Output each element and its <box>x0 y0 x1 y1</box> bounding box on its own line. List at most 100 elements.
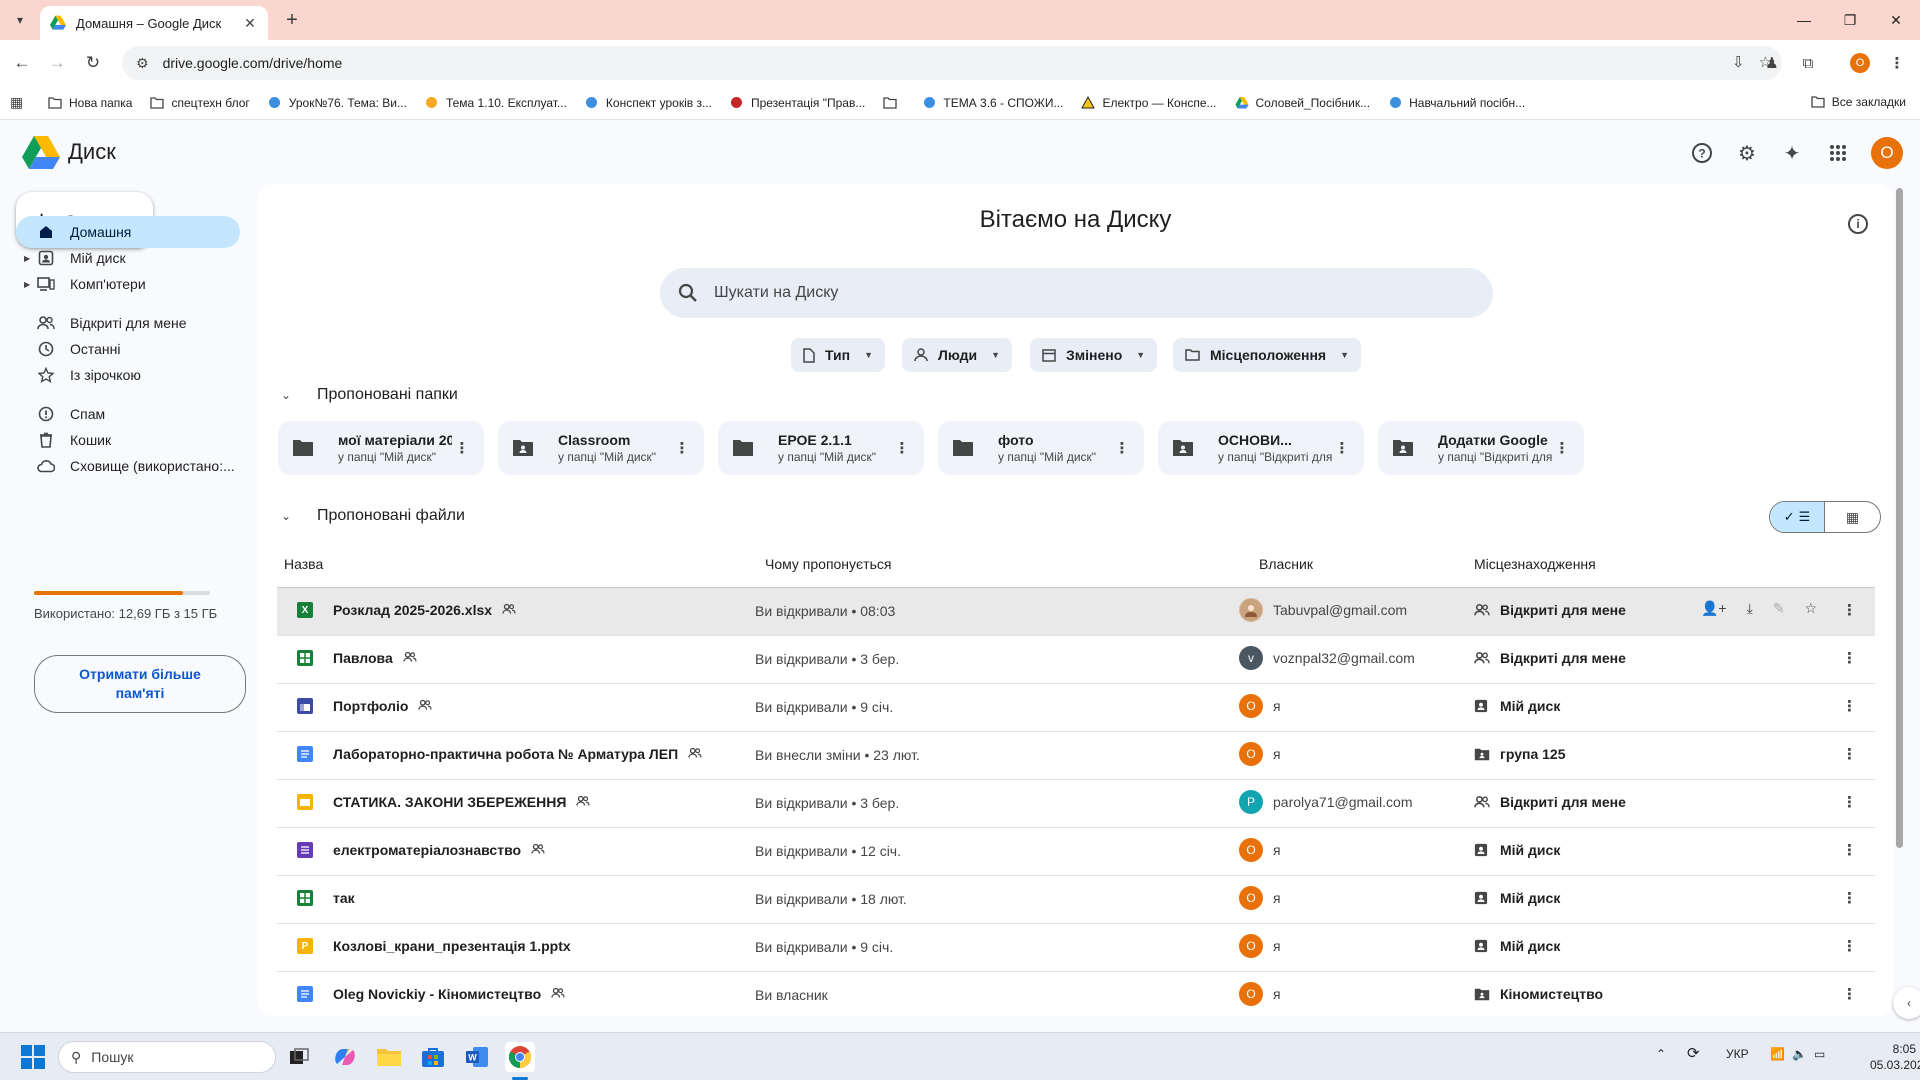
language-indicator[interactable]: УКР <box>1726 1047 1749 1061</box>
folder-card[interactable]: мої матеріали 2025 у папці "Мій диск" ⋮ <box>278 421 484 475</box>
reload-icon[interactable]: ↻ <box>81 51 105 75</box>
forward-arrow-icon[interactable]: → <box>45 51 69 75</box>
side-panel-toggle-icon[interactable]: ‹ <box>1893 987 1920 1019</box>
file-row[interactable]: електроматеріалознавство Ви відкривали •… <box>277 828 1875 876</box>
close-tab-icon[interactable]: ✕ <box>242 15 258 32</box>
bookmark-item[interactable]: спецтехн блог <box>150 96 250 110</box>
volume-icon[interactable]: 🔈 <box>1792 1047 1807 1061</box>
bookmark-item[interactable]: Конспект уроків з... <box>585 96 712 110</box>
location-cell[interactable]: група 125 <box>1474 746 1565 762</box>
bookmark-item[interactable]: Соловей_Посібник... <box>1234 96 1370 110</box>
apps-grid-icon[interactable]: ▦ <box>10 94 26 111</box>
word-icon[interactable]: W <box>462 1042 492 1072</box>
location-cell[interactable]: Мій диск <box>1474 842 1560 858</box>
bookmark-item[interactable]: Урок№76. Тема: Ви... <box>268 96 407 110</box>
sync-icon[interactable]: ⟳ <box>1687 1044 1700 1062</box>
more-actions-icon[interactable]: ⋮ <box>1332 441 1352 456</box>
help-icon[interactable]: ? <box>1689 140 1715 166</box>
task-view-icon[interactable] <box>284 1042 314 1072</box>
share-person-add-icon[interactable]: 👤+ <box>1701 600 1727 617</box>
bookmark-item[interactable]: Електро — Конспе... <box>1081 96 1217 110</box>
bookmark-item[interactable] <box>883 96 904 110</box>
sidebar-item-computer[interactable]: ▶ Комп'ютери <box>16 268 240 300</box>
all-bookmarks[interactable]: Все закладки <box>1811 95 1906 109</box>
rename-pencil-icon[interactable]: ✎ <box>1773 600 1785 617</box>
location-cell[interactable]: Мій диск <box>1474 890 1560 906</box>
more-actions-icon[interactable]: ⋮ <box>1842 889 1857 907</box>
minimize-window-icon[interactable]: — <box>1781 8 1827 32</box>
google-apps-icon[interactable] <box>1825 140 1851 166</box>
location-cell[interactable]: Відкриті для мене <box>1474 794 1626 810</box>
browser-menu-icon[interactable]: ⋮ <box>1886 52 1908 74</box>
filter-people-chip[interactable]: Люди ▼ <box>902 338 1013 372</box>
add-star-icon[interactable]: ☆ <box>1805 600 1818 617</box>
file-row[interactable]: Oleg Novickiy - Кіномистецтво Ви власник… <box>277 972 1875 1016</box>
column-header-name[interactable]: Назва <box>284 556 323 572</box>
more-actions-icon[interactable]: ⋮ <box>1842 649 1857 667</box>
back-arrow-icon[interactable]: ← <box>10 51 34 75</box>
install-app-icon[interactable]: ⇩ <box>1732 53 1745 71</box>
puzzle-extensions-icon[interactable]: ⧉ <box>1797 52 1819 74</box>
more-actions-icon[interactable]: ⋮ <box>1842 601 1857 619</box>
location-cell[interactable]: Відкриті для мене <box>1474 602 1626 618</box>
address-bar[interactable]: ⚙ drive.google.com/drive/home ⇩ ☆ <box>122 46 1782 80</box>
more-actions-icon[interactable]: ⋮ <box>1552 441 1572 456</box>
file-row[interactable]: P Козлові_крани_презентація 1.pptx Ви ві… <box>277 924 1875 972</box>
folder-card[interactable]: Classroom у папці "Мій диск" ⋮ <box>498 421 704 475</box>
file-row[interactable]: Лабораторно-практична робота № Арматура … <box>277 732 1875 780</box>
sidebar-item-cloud[interactable]: Сховище (використано:... <box>16 450 240 482</box>
sidebar-item-star[interactable]: Із зірочкою <box>16 359 240 391</box>
file-row[interactable]: Павлова Ви відкривали • 3 бер. v voznpal… <box>277 636 1875 684</box>
grid-view-button[interactable]: ▦ <box>1825 502 1880 532</box>
folder-card[interactable]: ОСНОВИ... у папці "Відкриті для мене" ⋮ <box>1158 421 1364 475</box>
expand-caret-icon[interactable]: ▶ <box>24 254 30 263</box>
suggested-files-header[interactable]: ⌄ Пропоновані файли <box>281 507 465 525</box>
bookmark-item[interactable]: ТЕМА 3.6 - СПОЖИ... <box>922 96 1063 110</box>
filter-type-chip[interactable]: Тип ▼ <box>791 338 886 372</box>
download-icon[interactable]: ⤓ <box>1747 600 1753 617</box>
bookmark-item[interactable]: Нова папка <box>48 96 132 110</box>
filter-location-chip[interactable]: Місцеположення ▼ <box>1173 338 1361 372</box>
file-row[interactable]: СТАТИКА. ЗАКОНИ ЗБЕРЕЖЕННЯ Ви відкривали… <box>277 780 1875 828</box>
get-more-storage-button[interactable]: Отримати більше пам'яті <box>34 655 246 713</box>
wifi-icon[interactable]: 📶 <box>1770 1047 1785 1061</box>
taskbar-search[interactable]: ⚲ Пошук <box>58 1041 276 1073</box>
location-cell[interactable]: Відкриті для мене <box>1474 650 1626 666</box>
scrollbar-thumb[interactable] <box>1896 188 1903 848</box>
more-actions-icon[interactable]: ⋮ <box>1842 841 1857 859</box>
new-tab-button[interactable]: + <box>280 9 304 33</box>
location-cell[interactable]: Мій диск <box>1474 698 1560 714</box>
settings-gear-icon[interactable]: ⚙ <box>1734 140 1760 166</box>
tab-search-chevron-icon[interactable]: ▾ <box>8 8 32 32</box>
restore-window-icon[interactable]: ❐ <box>1827 8 1873 32</box>
bookmark-item[interactable]: Навчальний посібн... <box>1388 96 1525 110</box>
battery-icon[interactable]: ▭ <box>1814 1047 1825 1061</box>
location-cell[interactable]: Мій диск <box>1474 938 1560 954</box>
folder-card[interactable]: Додатки Google у папці "Відкриті для мен… <box>1378 421 1584 475</box>
tray-chevron-up-icon[interactable]: ⌃ <box>1656 1047 1666 1061</box>
copilot-icon[interactable] <box>330 1042 360 1072</box>
folder-card[interactable]: фото у папці "Мій диск" ⋮ <box>938 421 1144 475</box>
close-window-icon[interactable]: ✕ <box>1873 8 1919 32</box>
more-actions-icon[interactable]: ⋮ <box>452 441 472 456</box>
windows-start-icon[interactable] <box>21 1045 45 1069</box>
main-scrollbar[interactable] <box>1894 184 1904 848</box>
more-actions-icon[interactable]: ⋮ <box>1112 441 1132 456</box>
location-cell[interactable]: Кіномистецтво <box>1474 986 1603 1002</box>
chrome-icon[interactable] <box>505 1042 535 1072</box>
more-actions-icon[interactable]: ⋮ <box>1842 745 1857 763</box>
file-row[interactable]: так Ви відкривали • 18 лют. O я Мій диск… <box>277 876 1875 924</box>
profile-avatar[interactable]: O <box>1849 52 1871 74</box>
folder-card[interactable]: ЕРОЕ 2.1.1 у папці "Мій диск" ⋮ <box>718 421 924 475</box>
search-input[interactable]: Шукати на Диску <box>660 268 1493 318</box>
filter-modified-chip[interactable]: Змінено ▼ <box>1030 338 1158 372</box>
more-actions-icon[interactable]: ⋮ <box>1842 985 1857 1003</box>
browser-tab[interactable]: Домашня – Google Диск ✕ <box>40 6 268 40</box>
file-explorer-icon[interactable] <box>374 1042 404 1072</box>
file-row[interactable]: Портфоліо Ви відкривали • 9 січ. O я Мій… <box>277 684 1875 732</box>
more-actions-icon[interactable]: ⋮ <box>1842 793 1857 811</box>
list-view-button[interactable]: ✓ ☰ <box>1770 502 1826 532</box>
account-avatar[interactable]: O <box>1871 137 1903 169</box>
site-info-icon[interactable]: ⚙ <box>136 55 149 72</box>
bookmark-item[interactable]: Тема 1.10. Експлуат... <box>425 96 567 110</box>
